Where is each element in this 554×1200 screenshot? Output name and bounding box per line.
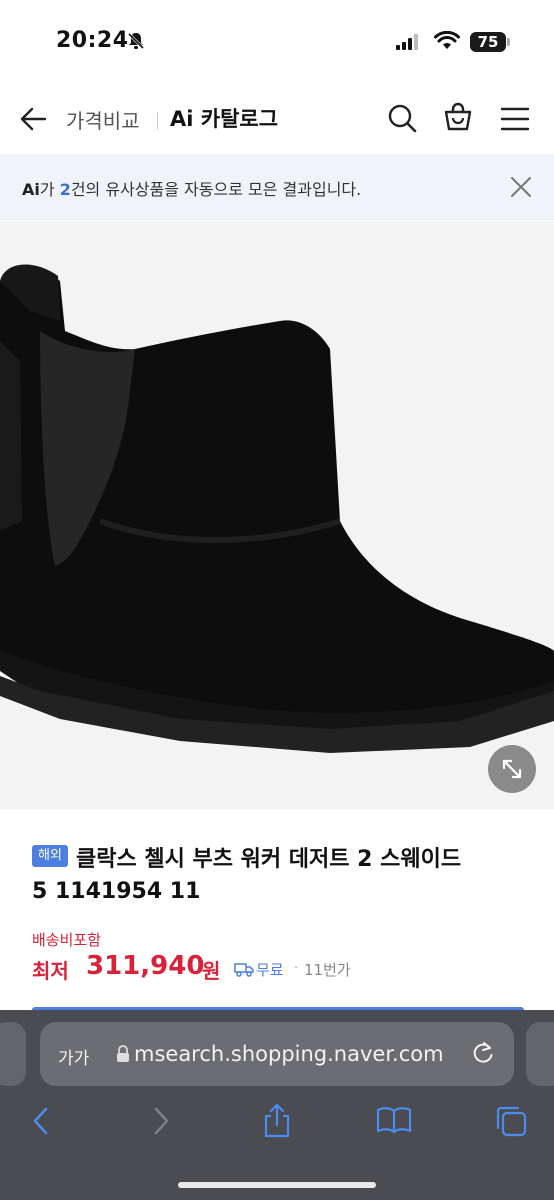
close-icon[interactable] — [510, 176, 532, 198]
overseas-badge: 해외 — [32, 845, 68, 867]
status-bar: 20:24 75 — [0, 0, 554, 84]
breadcrumb-price-compare[interactable]: 가격비교 — [66, 105, 140, 134]
page-title: Ai 카탈로그 — [170, 107, 279, 131]
home-indicator — [178, 1182, 376, 1188]
browser-toolbar: 가가 msearch.shopping.naver.com — [0, 1010, 554, 1200]
separator-dot: · — [294, 961, 299, 976]
product-title-line2: 5 1141954 11 — [32, 879, 201, 904]
notice-count: 2 — [59, 180, 71, 199]
app-header: 가격비교 Ai 카탈로그 — [0, 84, 554, 154]
notice-prefix: 가 — [39, 180, 60, 199]
chelsea-boot-image — [0, 221, 554, 809]
ai-notice-banner: Ai가 2건의 유사상품을 자동으로 모은 결과입니다. — [0, 154, 554, 220]
hamburger-menu-icon[interactable] — [500, 106, 530, 132]
back-arrow-icon[interactable] — [18, 104, 48, 134]
free-shipping-label: 무료 — [256, 961, 284, 979]
wifi-icon — [434, 31, 460, 49]
notice-suffix: 건의 유사상품을 자동으로 모은 결과입니다. — [70, 180, 362, 199]
cellular-signal-icon — [396, 34, 418, 50]
status-time: 20:24 — [56, 28, 129, 53]
url-text[interactable]: msearch.shopping.naver.com — [134, 1042, 444, 1066]
lowest-price-label: 최저 — [32, 959, 69, 983]
back-icon[interactable] — [30, 1106, 52, 1136]
share-icon[interactable] — [262, 1102, 292, 1138]
reload-icon[interactable] — [470, 1040, 496, 1066]
forward-icon[interactable] — [150, 1106, 172, 1136]
notice-ai-label: Ai — [22, 180, 40, 199]
battery-tip — [507, 38, 510, 46]
breadcrumb-divider — [157, 112, 158, 130]
product-image[interactable] — [0, 221, 554, 809]
tabs-icon[interactable] — [494, 1104, 528, 1138]
seller-count: 11번가 — [304, 961, 351, 979]
next-tab-card[interactable] — [526, 1022, 554, 1086]
text-size-button[interactable]: 가가 — [58, 1044, 89, 1069]
shipping-included-label: 배송비포함 — [32, 931, 102, 949]
search-icon[interactable] — [386, 102, 418, 134]
notice-message: Ai가 2건의 유사상품을 자동으로 모은 결과입니다. — [22, 176, 361, 200]
delivery-truck-icon — [234, 963, 254, 977]
battery-indicator: 75 — [470, 32, 506, 52]
product-title-line1: 클락스 첼시 부츠 워커 데저트 2 스웨이드 — [76, 847, 462, 872]
lock-icon — [117, 1045, 129, 1062]
zoom-button[interactable] — [488, 745, 536, 793]
shopping-bag-icon[interactable] — [442, 101, 474, 133]
price-currency: 원 — [202, 959, 221, 983]
product-info: 해외 클락스 첼시 부츠 워커 데저트 2 스웨이드 5 1141954 11 … — [0, 809, 554, 1013]
expand-icon — [502, 759, 522, 779]
silent-bell-icon — [127, 32, 145, 50]
previous-tab-card[interactable] — [0, 1022, 26, 1086]
bookmarks-icon[interactable] — [376, 1106, 412, 1134]
lowest-price-value: 311,940 — [86, 951, 205, 981]
